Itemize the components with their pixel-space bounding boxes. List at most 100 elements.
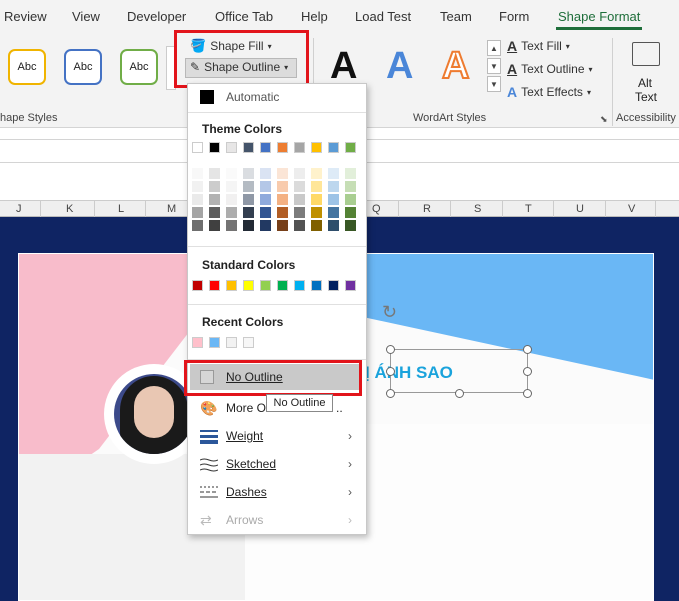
color-swatch[interactable] xyxy=(209,142,220,153)
theme-tint-swatch[interactable] xyxy=(209,181,220,192)
theme-tint-swatch[interactable] xyxy=(243,194,254,205)
theme-tint-swatch[interactable] xyxy=(328,194,339,205)
wordart-style-orange[interactable]: A xyxy=(441,44,470,88)
column-header[interactable]: M xyxy=(167,203,176,215)
theme-tint-swatch[interactable] xyxy=(294,181,305,192)
color-swatch[interactable] xyxy=(294,280,305,291)
color-swatch[interactable] xyxy=(192,280,203,291)
column-header[interactable]: U xyxy=(576,203,584,215)
theme-tint-swatch[interactable] xyxy=(243,181,254,192)
wordart-more[interactable]: ▼ xyxy=(487,76,501,92)
menu-item-weight[interactable]: Weight › xyxy=(188,423,366,449)
column-header[interactable]: V xyxy=(628,203,635,215)
theme-tint-swatch[interactable] xyxy=(277,207,288,218)
theme-tint-swatch[interactable] xyxy=(345,194,356,205)
theme-tint-swatch[interactable] xyxy=(192,220,203,231)
resize-handle[interactable] xyxy=(386,345,395,354)
tab-help[interactable]: Help xyxy=(301,9,328,24)
color-swatch[interactable] xyxy=(277,142,288,153)
color-swatch[interactable] xyxy=(243,337,254,348)
tab-team[interactable]: Team xyxy=(440,9,472,24)
theme-tint-swatch[interactable] xyxy=(294,220,305,231)
theme-tint-swatch[interactable] xyxy=(294,168,305,179)
shape-style-preset-1[interactable]: Abc xyxy=(8,49,46,85)
resize-handle[interactable] xyxy=(523,345,532,354)
color-swatch[interactable] xyxy=(345,280,356,291)
theme-tint-swatch[interactable] xyxy=(294,194,305,205)
shape-style-preset-2[interactable]: Abc xyxy=(64,49,102,85)
theme-tint-swatch[interactable] xyxy=(311,181,322,192)
color-swatch[interactable] xyxy=(260,142,271,153)
theme-tint-swatch[interactable] xyxy=(243,220,254,231)
theme-tint-swatch[interactable] xyxy=(226,168,237,179)
theme-tint-swatch[interactable] xyxy=(209,168,220,179)
column-header[interactable]: J xyxy=(16,203,22,215)
resize-handle[interactable] xyxy=(386,389,395,398)
color-swatch[interactable] xyxy=(277,280,288,291)
color-swatch[interactable] xyxy=(294,142,305,153)
wordart-scroll-down[interactable]: ▼ xyxy=(487,58,501,74)
tab-developer[interactable]: Developer xyxy=(127,9,186,24)
alt-text-button[interactable]: Alt Text xyxy=(616,38,676,108)
column-header[interactable]: K xyxy=(66,203,73,215)
theme-tint-swatch[interactable] xyxy=(328,220,339,231)
column-header[interactable]: T xyxy=(525,203,532,215)
theme-tint-swatch[interactable] xyxy=(328,207,339,218)
theme-tint-swatch[interactable] xyxy=(260,168,271,179)
theme-tint-swatch[interactable] xyxy=(345,220,356,231)
theme-tint-swatch[interactable] xyxy=(260,207,271,218)
color-swatch[interactable] xyxy=(328,142,339,153)
theme-tint-swatch[interactable] xyxy=(277,181,288,192)
menu-item-sketched[interactable]: Sketched › xyxy=(188,451,366,477)
theme-tint-swatch[interactable] xyxy=(226,181,237,192)
wordart-style-black[interactable]: A xyxy=(330,44,357,88)
tab-review[interactable]: Review xyxy=(4,9,47,24)
shape-style-preset-3[interactable]: Abc xyxy=(120,49,158,85)
theme-tint-swatch[interactable] xyxy=(192,207,203,218)
color-swatch[interactable] xyxy=(226,142,237,153)
theme-tint-swatch[interactable] xyxy=(345,207,356,218)
theme-tint-swatch[interactable] xyxy=(226,194,237,205)
tab-load-test[interactable]: Load Test xyxy=(355,9,411,24)
theme-tint-swatch[interactable] xyxy=(209,194,220,205)
theme-tint-swatch[interactable] xyxy=(277,220,288,231)
color-swatch[interactable] xyxy=(345,142,356,153)
tab-view[interactable]: View xyxy=(72,9,100,24)
theme-tint-swatch[interactable] xyxy=(260,181,271,192)
color-swatch[interactable] xyxy=(260,280,271,291)
menu-item-automatic[interactable]: Automatic xyxy=(188,84,366,110)
color-swatch[interactable] xyxy=(311,280,322,291)
resize-handle[interactable] xyxy=(386,367,395,376)
wordart-scroll-up[interactable]: ▲ xyxy=(487,40,501,56)
color-swatch[interactable] xyxy=(311,142,322,153)
tab-office-tab[interactable]: Office Tab xyxy=(215,9,273,24)
color-swatch[interactable] xyxy=(192,142,203,153)
resize-handle[interactable] xyxy=(523,389,532,398)
theme-tint-swatch[interactable] xyxy=(243,207,254,218)
theme-tint-swatch[interactable] xyxy=(345,168,356,179)
theme-tint-swatch[interactable] xyxy=(192,194,203,205)
color-swatch[interactable] xyxy=(209,280,220,291)
color-swatch[interactable] xyxy=(226,280,237,291)
column-header[interactable]: Q xyxy=(372,203,381,215)
name-textbox[interactable]: Ị ÁNH SAO xyxy=(365,349,528,393)
text-outline-button[interactable]: A Text Outline ▾ xyxy=(507,61,593,77)
menu-item-dashes[interactable]: Dashes › xyxy=(188,479,366,505)
resize-handle[interactable] xyxy=(455,389,464,398)
theme-tint-swatch[interactable] xyxy=(277,194,288,205)
theme-tint-swatch[interactable] xyxy=(260,194,271,205)
theme-tint-swatch[interactable] xyxy=(311,168,322,179)
theme-tint-swatch[interactable] xyxy=(328,168,339,179)
text-effects-button[interactable]: A Text Effects ▾ xyxy=(507,84,591,100)
resize-handle[interactable] xyxy=(523,367,532,376)
color-swatch[interactable] xyxy=(226,337,237,348)
column-header[interactable]: S xyxy=(474,203,481,215)
theme-tint-swatch[interactable] xyxy=(345,181,356,192)
profile-photo[interactable] xyxy=(114,374,194,454)
color-swatch[interactable] xyxy=(328,280,339,291)
color-swatch[interactable] xyxy=(209,337,220,348)
color-swatch[interactable] xyxy=(243,280,254,291)
theme-tint-swatch[interactable] xyxy=(209,207,220,218)
tab-shape-format[interactable]: Shape Format xyxy=(558,9,640,24)
theme-tint-swatch[interactable] xyxy=(260,220,271,231)
